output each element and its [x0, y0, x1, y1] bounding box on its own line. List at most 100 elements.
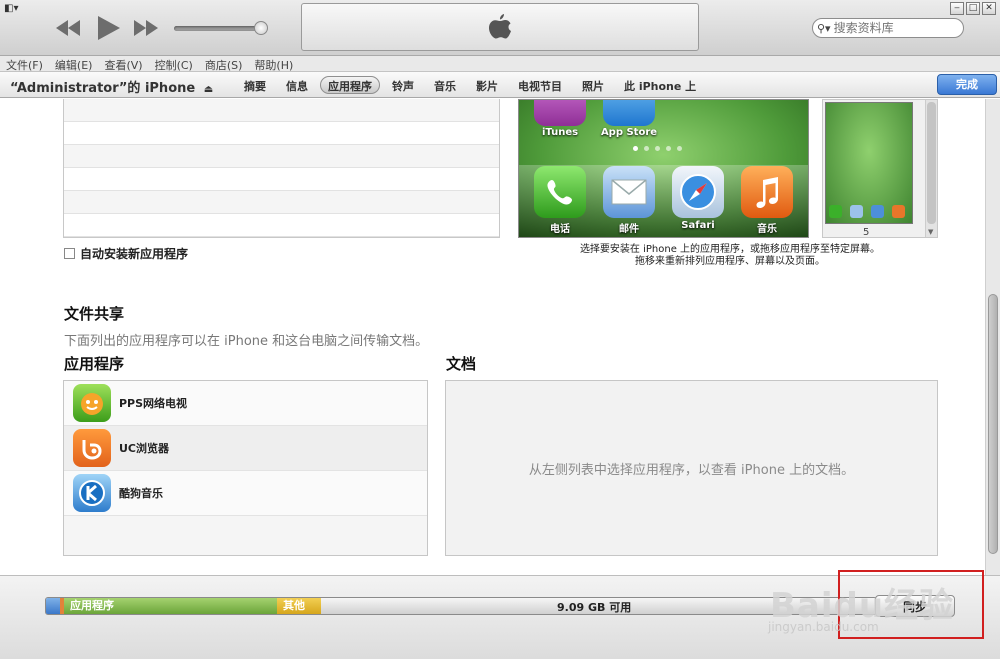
- app-list[interactable]: [63, 99, 500, 238]
- screen-thumbnail[interactable]: [825, 102, 913, 224]
- mail-app-icon[interactable]: [603, 166, 655, 218]
- phone-app-label: 电话: [550, 224, 570, 235]
- auto-install-checkbox[interactable]: [64, 248, 75, 259]
- sync-highlight-box: [838, 570, 984, 639]
- page-dots: [633, 146, 682, 151]
- volume-track: [174, 26, 262, 31]
- tab-photos[interactable]: 照片: [574, 76, 612, 94]
- device-name[interactable]: “Administrator”的 iPhone ⏏: [10, 77, 213, 96]
- main-scrollbar[interactable]: [985, 99, 1000, 575]
- app-store-app-label: App Store: [600, 127, 658, 138]
- screen-page-number: 5: [863, 227, 870, 238]
- tab-tv-shows[interactable]: 电视节目: [510, 76, 570, 94]
- menu-bar: 文件(F) 编辑(E) 查看(V) 控制(C) 商店(S) 帮助(H): [0, 56, 1000, 72]
- list-item[interactable]: 酷狗音乐: [64, 471, 427, 516]
- safari-app-icon[interactable]: [672, 166, 724, 218]
- menu-file[interactable]: 文件(F): [0, 56, 49, 72]
- list-item[interactable]: PPS网络电视: [64, 381, 427, 426]
- tab-info[interactable]: 信息: [278, 76, 316, 94]
- kugou-music-app-icon: [73, 474, 111, 512]
- phone-arrange-hint: 选择要安装在 iPhone 上的应用程序，或拖移应用程序至特定屏幕。 拖移来重新…: [520, 244, 940, 268]
- main-scroll-thumb[interactable]: [988, 294, 998, 554]
- list-item[interactable]: [64, 99, 499, 122]
- file-sharing-description: 下面列出的应用程序可以在 iPhone 和这台电脑之间传输文档。: [64, 334, 429, 349]
- menu-store[interactable]: 商店(S): [199, 56, 249, 72]
- tab-apps[interactable]: 应用程序: [320, 76, 380, 94]
- menu-help[interactable]: 帮助(H): [248, 56, 299, 72]
- screen-thumbnails[interactable]: 5 ▼: [822, 99, 938, 238]
- fast-forward-icon: [134, 20, 158, 36]
- thumbnail-scroll-thumb[interactable]: [927, 102, 936, 224]
- rewind-icon: [56, 20, 80, 36]
- play-button[interactable]: [95, 14, 123, 42]
- list-item[interactable]: UC浏览器: [64, 426, 427, 471]
- search-input[interactable]: [833, 21, 952, 35]
- minimize-button[interactable]: ‒: [950, 2, 964, 15]
- music-app-icon[interactable]: [741, 166, 793, 218]
- list-item[interactable]: [64, 168, 499, 191]
- maximize-button[interactable]: □: [966, 2, 980, 15]
- mail-app-label: 邮件: [619, 224, 639, 235]
- status-display: [301, 3, 699, 51]
- music-note-icon: [756, 177, 778, 208]
- apple-logo-icon: [489, 13, 511, 38]
- auto-install-option[interactable]: 自动安装新应用程序: [64, 245, 188, 262]
- uc-browser-app-icon: [73, 429, 111, 467]
- list-item[interactable]: [64, 145, 499, 168]
- documents-panel[interactable]: 从左侧列表中选择应用程序，以查看 iPhone 上的文档。: [445, 380, 938, 556]
- music-app-label: 音乐: [757, 224, 777, 235]
- app-store-app-icon[interactable]: [603, 100, 655, 126]
- volume-slider[interactable]: [174, 21, 268, 35]
- volume-knob[interactable]: [254, 21, 268, 35]
- device-nav-bar: “Administrator”的 iPhone ⏏ 摘要 信息 应用程序 铃声 …: [0, 72, 1000, 98]
- tab-on-this-iphone[interactable]: 此 iPhone 上: [616, 76, 704, 94]
- documents-empty-message: 从左侧列表中选择应用程序，以查看 iPhone 上的文档。: [528, 462, 855, 478]
- phone-app-icon[interactable]: [534, 166, 586, 218]
- eject-icon[interactable]: ⏏: [204, 84, 213, 95]
- itunes-app-icon[interactable]: [534, 100, 586, 126]
- close-button[interactable]: ✕: [982, 2, 996, 15]
- done-button[interactable]: 完成: [937, 74, 997, 95]
- thumbnail-scrollbar[interactable]: ▼: [925, 100, 937, 237]
- apps-column-header: 应用程序: [64, 355, 125, 373]
- compass-icon: [680, 174, 716, 210]
- auto-install-label: 自动安装新应用程序: [80, 247, 189, 261]
- menu-edit[interactable]: 编辑(E): [49, 56, 99, 72]
- tab-music[interactable]: 音乐: [426, 76, 464, 94]
- list-item[interactable]: [64, 122, 499, 145]
- device-name-label: “Administrator”的 iPhone: [10, 81, 196, 96]
- pps-app-icon: [73, 384, 111, 422]
- search-icon: ⚲▾: [817, 21, 831, 35]
- previous-track-button[interactable]: [54, 14, 82, 42]
- documents-column-header: 文档: [446, 355, 477, 373]
- play-icon: [98, 16, 120, 40]
- menu-controls[interactable]: 控制(C): [149, 56, 199, 72]
- search-box[interactable]: ⚲▾: [812, 18, 964, 38]
- menu-view[interactable]: 查看(V): [98, 56, 148, 72]
- itunes-app-label: iTunes: [541, 127, 579, 138]
- capacity-segment-other[interactable]: 其他: [277, 598, 321, 614]
- player-toolbar: ◧▾ ⚲▾ ‒ □ ✕: [0, 0, 1000, 56]
- list-item[interactable]: [64, 214, 499, 237]
- app-name: UC浏览器: [119, 442, 170, 455]
- tab-movies[interactable]: 影片: [468, 76, 506, 94]
- hint-line-2: 拖移来重新排列应用程序、屏幕以及页面。: [635, 256, 825, 267]
- app-name: 酷狗音乐: [119, 487, 163, 500]
- safari-app-label: Safari: [681, 220, 715, 231]
- next-track-button[interactable]: [132, 14, 160, 42]
- capacity-segment-audio[interactable]: [46, 598, 60, 614]
- scroll-down-arrow-icon[interactable]: ▼: [928, 228, 933, 236]
- capacity-bar[interactable]: 应用程序 其他 9.09 GB 可用: [45, 597, 877, 615]
- app-name: PPS网络电视: [119, 397, 188, 410]
- window-menu-icon[interactable]: ◧▾: [4, 3, 28, 15]
- envelope-icon: [611, 179, 647, 205]
- capacity-segment-free[interactable]: 9.09 GB 可用: [321, 598, 876, 614]
- file-sharing-app-list[interactable]: PPS网络电视 UC浏览器 酷狗音乐: [63, 380, 428, 556]
- hint-line-1: 选择要安装在 iPhone 上的应用程序，或拖移应用程序至特定屏幕。: [579, 244, 881, 255]
- list-item[interactable]: [64, 191, 499, 214]
- tab-ringtones[interactable]: 铃声: [384, 76, 422, 94]
- file-sharing-title: 文件共享: [64, 305, 125, 323]
- iphone-screen-preview[interactable]: iTunes App Store 电话 邮件 Safari 音乐: [518, 99, 809, 238]
- capacity-segment-apps[interactable]: 应用程序: [64, 598, 277, 614]
- tab-summary[interactable]: 摘要: [236, 76, 274, 94]
